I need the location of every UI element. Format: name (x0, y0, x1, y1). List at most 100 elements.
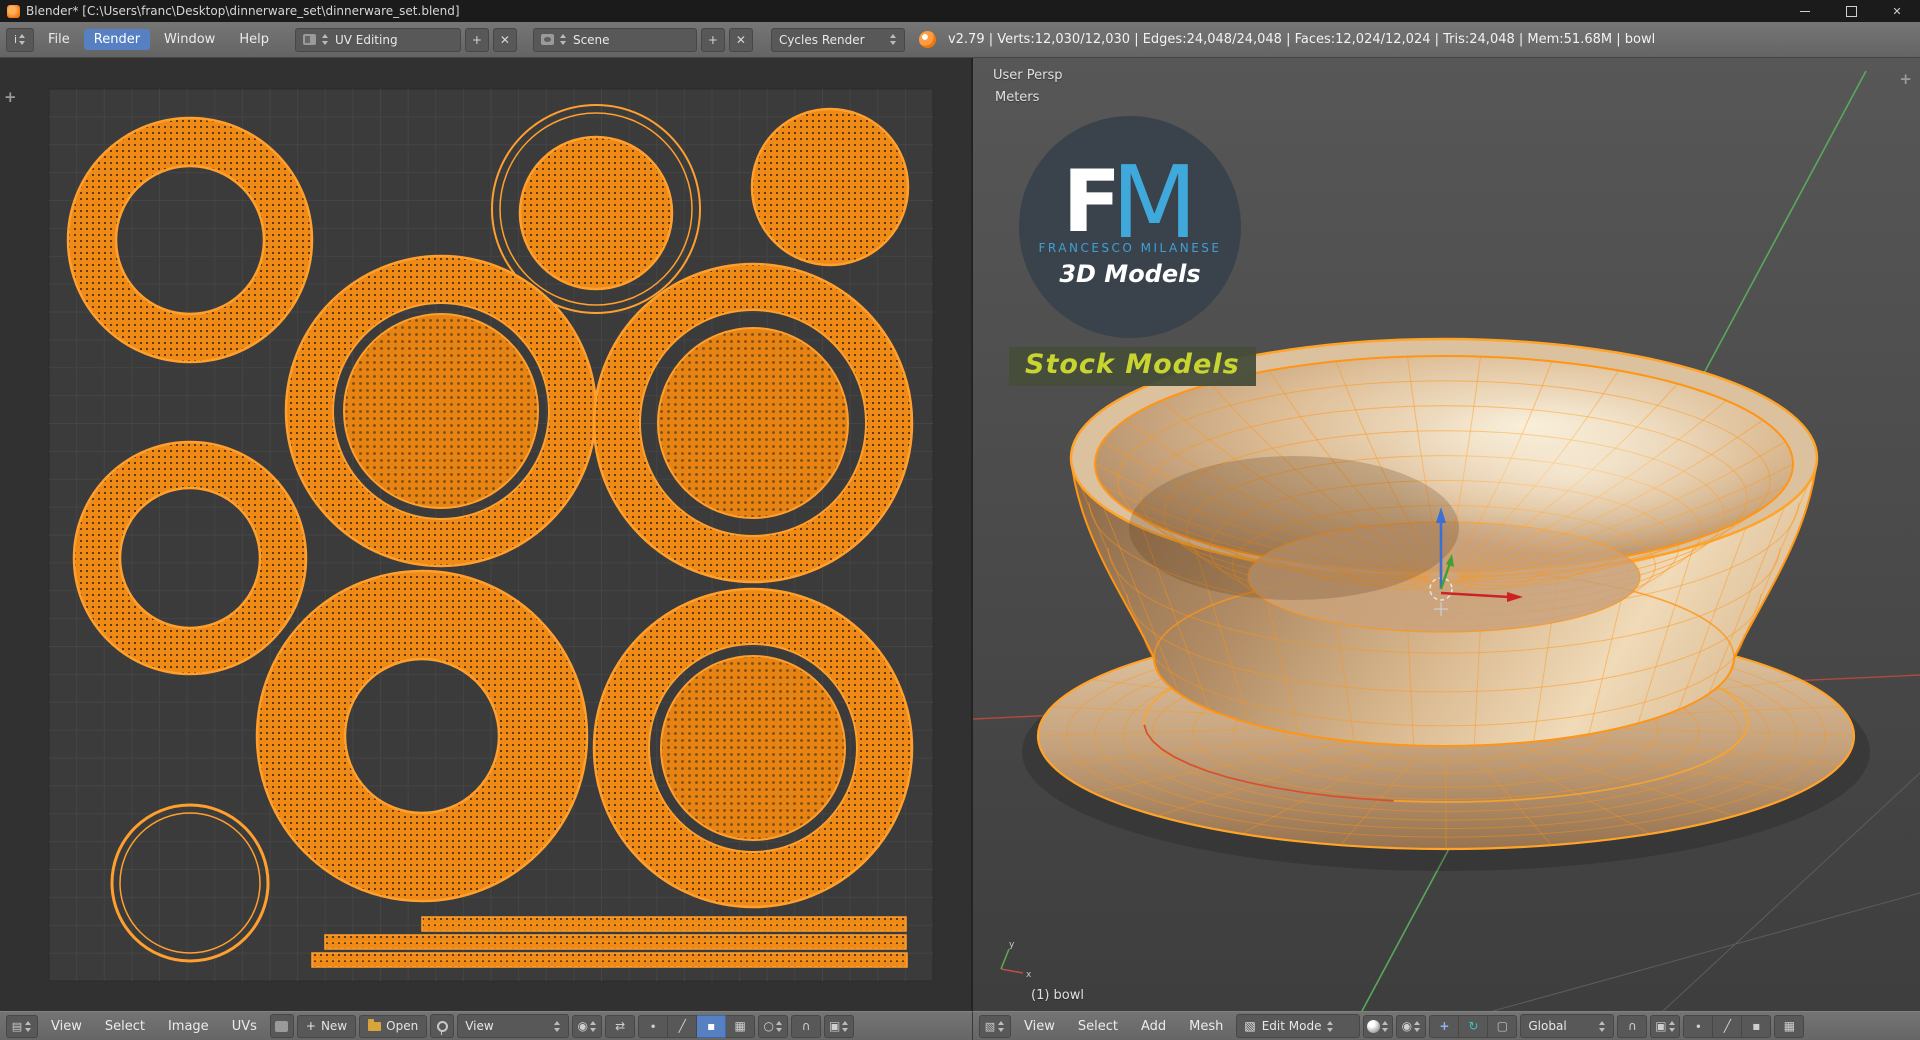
image-browse-button[interactable] (269, 1014, 294, 1038)
select-mode-edge[interactable]: ╱ (668, 1014, 698, 1038)
editor-type-3d-button[interactable]: ▧ (979, 1014, 1011, 1038)
pivot-selector[interactable]: ◉ (572, 1014, 603, 1038)
spin-arrows-icon (19, 33, 26, 46)
maximize-icon (1845, 5, 1857, 17)
spin-arrows-icon (1327, 1020, 1334, 1033)
blender-app-icon (7, 4, 20, 18)
translate-icon: + (1439, 1019, 1450, 1033)
image-editor-icon: ▤ (11, 1019, 23, 1033)
select-mode-face[interactable]: ▪ (697, 1014, 727, 1038)
spin-arrows-icon (1668, 1020, 1676, 1033)
spin-arrows-icon (889, 33, 897, 46)
proportional-icon: ○ (763, 1019, 774, 1033)
image-new-button[interactable]: + New (296, 1014, 357, 1038)
select-mode-island[interactable]: ▦ (726, 1014, 756, 1038)
workspace: + User Persp Meters F M FRANCESCO MILANE… (0, 58, 1920, 1011)
editor-headers: ▤ View Select Image UVs + New Open View ◉… (0, 1011, 1920, 1040)
spin-arrows-icon (25, 1020, 32, 1033)
delete-layout-button[interactable]: ✕ (492, 27, 517, 52)
spin-arrows-icon (775, 1020, 783, 1033)
mini-axis-gizmo: x y (1000, 940, 1032, 980)
snap-toggle[interactable]: ∩ (791, 1014, 822, 1038)
plus-icon: + (305, 1019, 316, 1033)
mesh-select-face[interactable]: ▪ (1742, 1014, 1772, 1038)
image-open-button[interactable]: Open (359, 1014, 428, 1038)
uv-menu-image[interactable]: Image (158, 1016, 219, 1037)
mode-selector[interactable]: ▧ Edit Mode (1236, 1014, 1361, 1038)
spin-arrows-icon (998, 1020, 1005, 1033)
area-expand-icon[interactable]: + (1899, 70, 1912, 88)
uv-canvas[interactable] (0, 58, 971, 1011)
snap-element-selector-3d[interactable]: ▣ (1650, 1014, 1681, 1038)
uv-menu-uvs[interactable]: UVs (222, 1016, 267, 1037)
view3d-editor-icon: ▧ (984, 1019, 996, 1033)
uv-image-editor[interactable]: + (0, 58, 973, 1011)
snap-toggle-3d[interactable]: ∩ (1617, 1014, 1648, 1038)
mesh-select-edge[interactable]: ╱ (1713, 1014, 1743, 1038)
proportional-edit-selector[interactable]: ○ (758, 1014, 789, 1038)
face-icon: ▪ (1752, 1019, 1761, 1033)
mesh-select-mode-group: ∙ ╱ ▪ (1683, 1014, 1772, 1038)
scene-selector[interactable]: Scene (532, 27, 697, 52)
close-button[interactable]: ✕ (1874, 0, 1920, 22)
uv-sync-toggle[interactable]: ⇄ (605, 1014, 636, 1038)
viewport-3d[interactable]: User Persp Meters F M FRANCESCO MILANESE… (973, 58, 1920, 1011)
occlude-icon: ▦ (1783, 1019, 1796, 1033)
svg-text:y: y (1009, 940, 1015, 950)
vertex-icon: ∙ (1694, 1019, 1703, 1033)
fm-tagline: 3D Models (1059, 260, 1201, 288)
uv-menu-view[interactable]: View (41, 1016, 92, 1037)
manipulator-scale-toggle[interactable]: ▢ (1488, 1014, 1518, 1038)
fm-logo: F M FRANCESCO MILANESE 3D Models (1019, 116, 1241, 338)
menu-help[interactable]: Help (229, 29, 279, 50)
area-expand-icon[interactable]: + (4, 88, 17, 106)
add-layout-button[interactable]: + (464, 27, 489, 52)
magnet-icon: ∩ (801, 1019, 811, 1033)
fm-letter-m: M (1111, 144, 1198, 261)
mode-value: Edit Mode (1261, 1019, 1322, 1033)
shading-selector[interactable] (1363, 1014, 1394, 1038)
v3d-menu-mesh[interactable]: Mesh (1179, 1016, 1233, 1037)
manipulator-group: + ↻ ▢ (1429, 1014, 1518, 1038)
viewport-persp-label: User Persp (993, 68, 1063, 83)
snap-element-selector[interactable]: ▣ (824, 1014, 855, 1038)
minimize-button[interactable] (1782, 0, 1828, 22)
uv-menu-select[interactable]: Select (95, 1016, 155, 1037)
delete-scene-button[interactable]: ✕ (728, 27, 753, 52)
v3d-menu-select[interactable]: Select (1068, 1016, 1128, 1037)
object-info-label: (1) bowl (1031, 988, 1084, 1003)
pivot-selector-3d[interactable]: ◉ (1396, 1014, 1427, 1038)
pivot-icon: ◉ (1401, 1019, 1413, 1033)
info-editor-button[interactable]: i (6, 27, 34, 52)
orientation-selector[interactable]: Global (1520, 1014, 1615, 1038)
manipulator-translate-toggle[interactable]: + (1429, 1014, 1460, 1038)
menu-file[interactable]: File (38, 29, 80, 50)
editor-type-image-button[interactable]: ▤ (6, 1014, 38, 1038)
menu-window[interactable]: Window (154, 29, 225, 50)
mesh-select-vertex[interactable]: ∙ (1683, 1014, 1714, 1038)
uv-select-mode-group: ∙ ╱ ▪ ▦ (638, 1014, 756, 1038)
manipulator-rotate-toggle[interactable]: ↻ (1459, 1014, 1489, 1038)
select-mode-vertex[interactable]: ∙ (638, 1014, 669, 1038)
info-icon: i (13, 33, 18, 46)
scale-icon: ▢ (1496, 1019, 1509, 1033)
occlude-toggle[interactable]: ▦ (1774, 1014, 1805, 1038)
blender-logo-icon (918, 31, 936, 48)
rotate-icon: ↻ (1468, 1019, 1479, 1033)
add-scene-button[interactable]: + (700, 27, 725, 52)
window-titlebar: Blender* [C:\Users\franc\Desktop\dinnerw… (0, 0, 1920, 22)
v3d-menu-view[interactable]: View (1014, 1016, 1065, 1037)
v3d-menu-add[interactable]: Add (1131, 1016, 1176, 1037)
edge-icon: ╱ (1723, 1019, 1731, 1033)
pin-icon (436, 1020, 448, 1035)
snap-cube-icon: ▣ (1655, 1019, 1667, 1033)
vertex-icon: ∙ (649, 1019, 657, 1033)
uv-mode-selector[interactable]: View (457, 1014, 570, 1038)
maximize-button[interactable] (1828, 0, 1874, 22)
screen-layout-selector[interactable]: UV Editing (294, 27, 461, 52)
menu-render[interactable]: Render (83, 29, 151, 50)
screen-layout-value: UV Editing (334, 32, 398, 47)
spin-arrows-icon (554, 1020, 561, 1033)
pin-button[interactable] (430, 1014, 455, 1038)
render-engine-selector[interactable]: Cycles Render (770, 27, 905, 52)
